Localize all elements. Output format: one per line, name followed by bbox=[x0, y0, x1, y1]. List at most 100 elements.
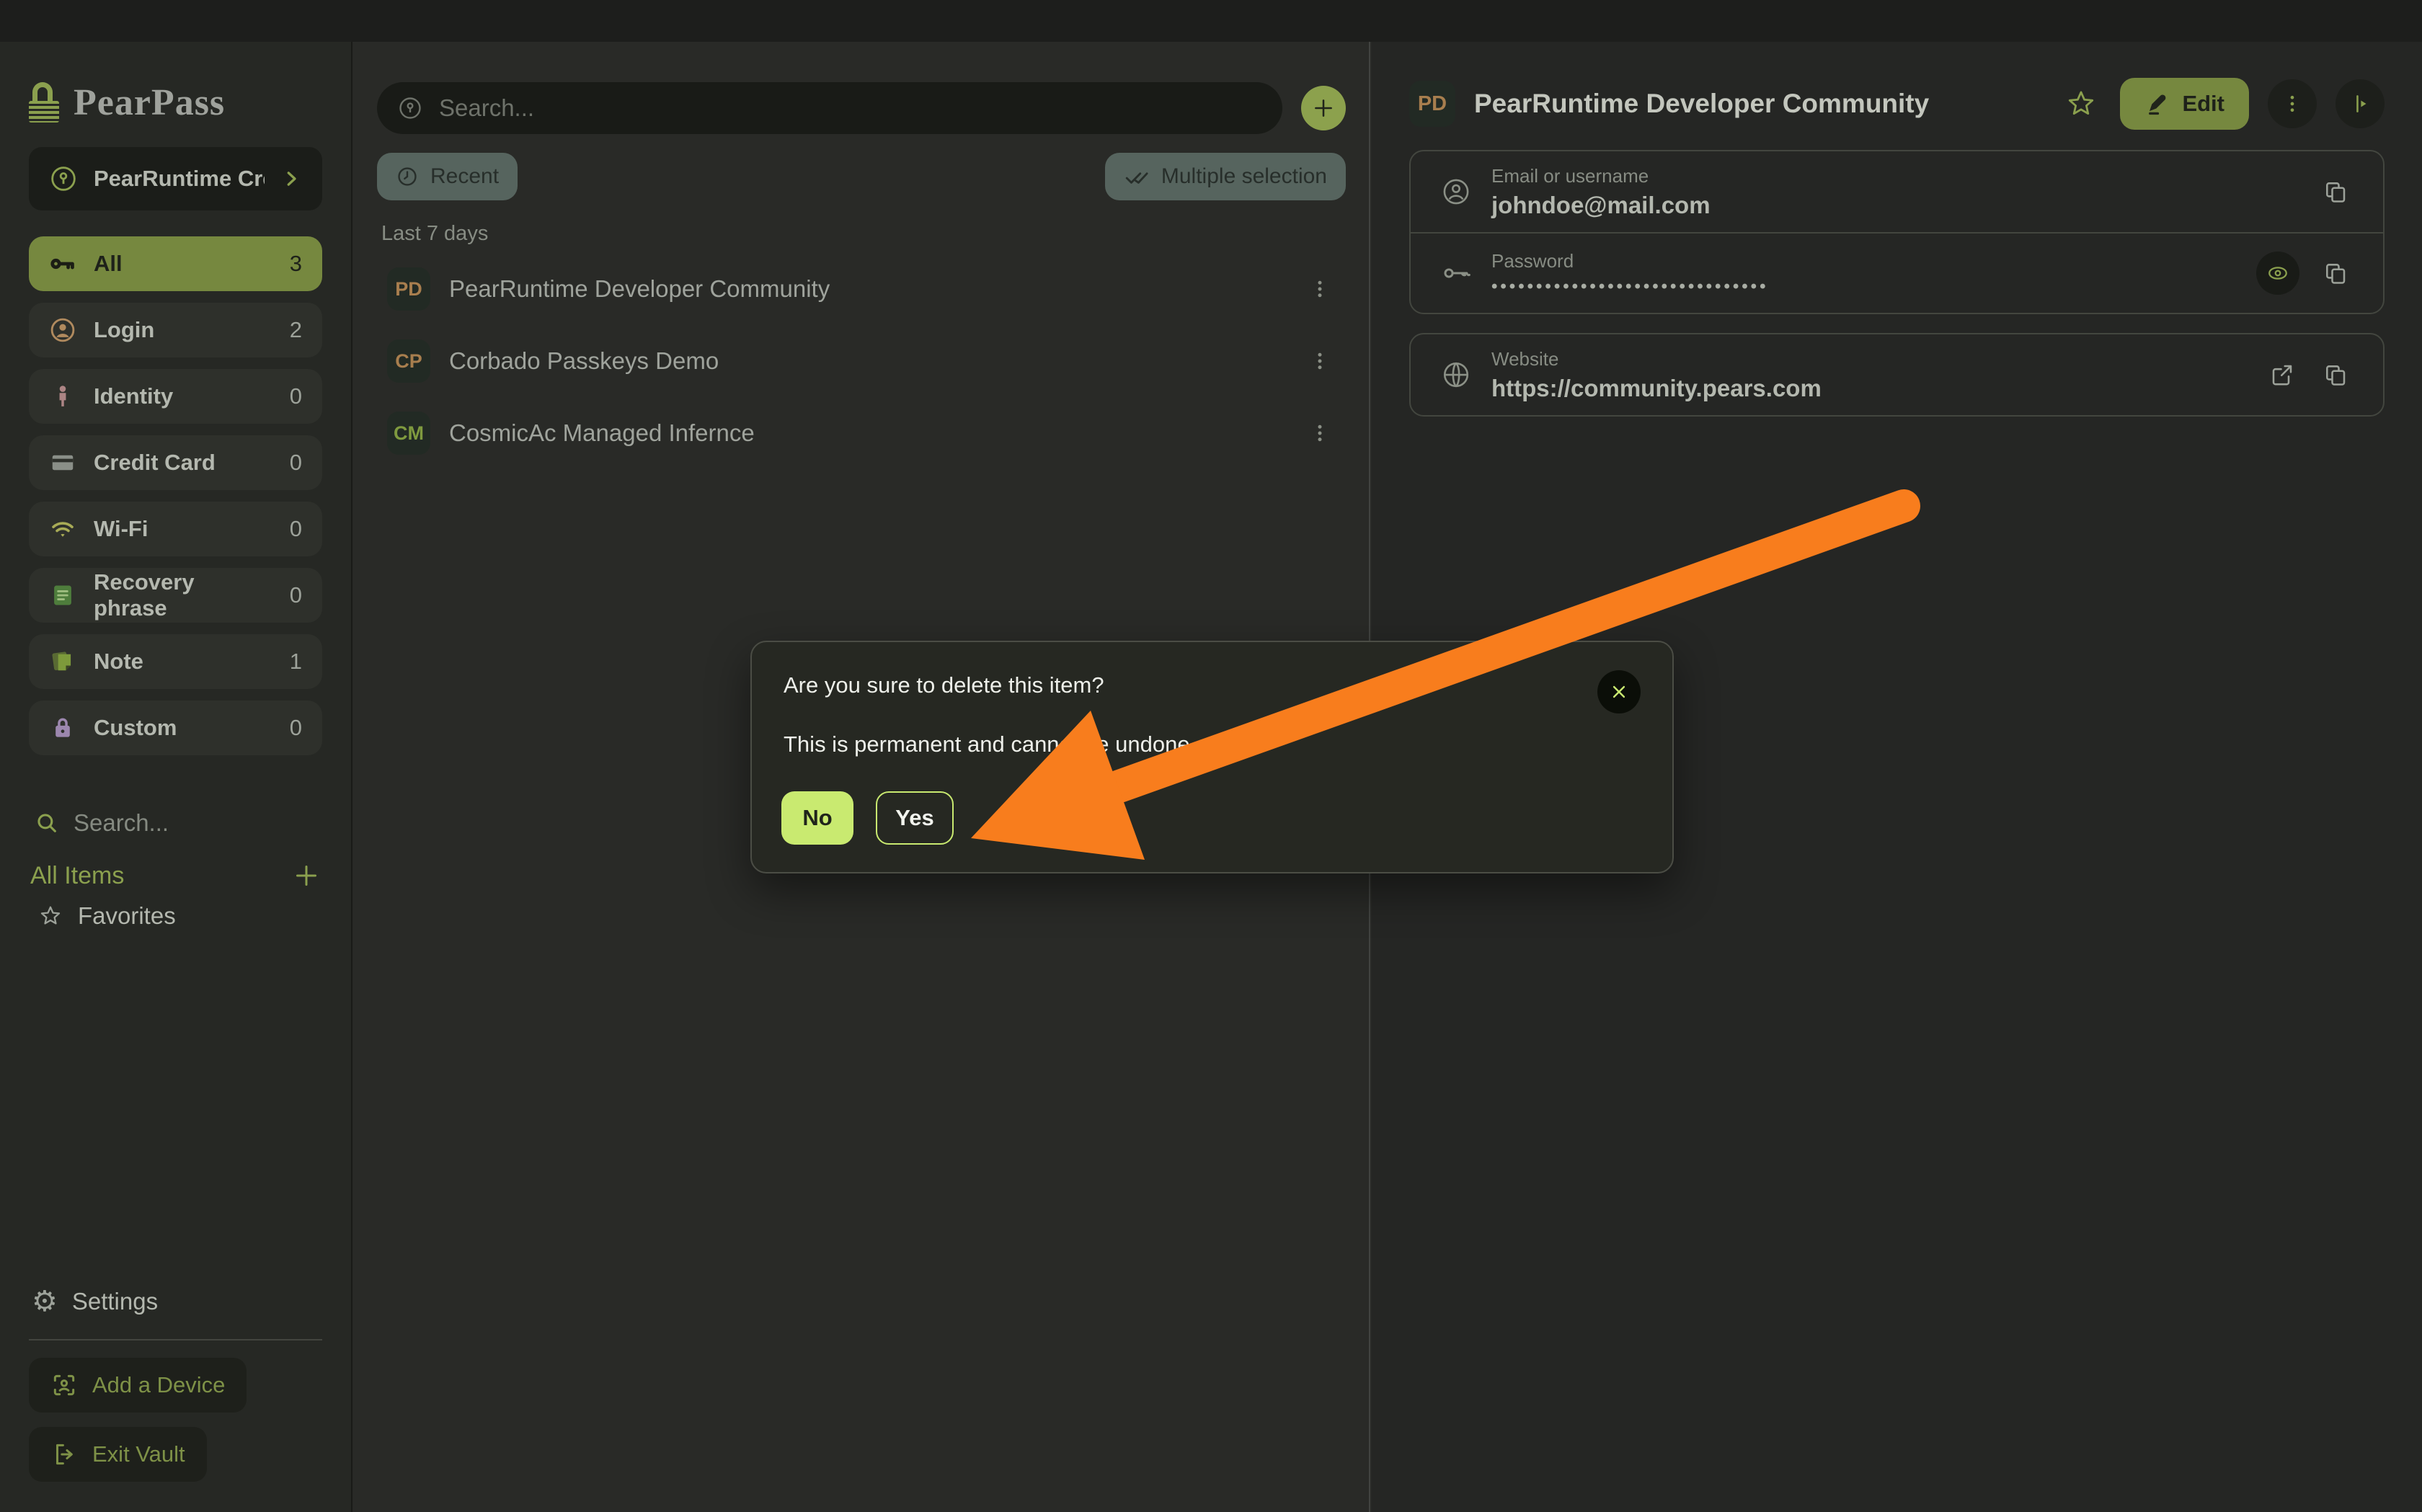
sidebar-item-label: Wi-Fi bbox=[94, 516, 272, 542]
exit-vault-button[interactable]: Exit Vault bbox=[29, 1427, 207, 1482]
collapse-panel-icon bbox=[2348, 92, 2372, 116]
multiple-selection-chip[interactable]: Multiple selection bbox=[1105, 153, 1346, 200]
sidebar-item-label: Recovery phrase bbox=[94, 569, 272, 621]
sidebar-item-count: 0 bbox=[290, 715, 302, 741]
list-search-input[interactable] bbox=[439, 94, 1262, 122]
user-circle-icon bbox=[1441, 177, 1471, 207]
sidebar-item-custom[interactable]: Custom 0 bbox=[29, 701, 322, 755]
add-entry-button[interactable] bbox=[1301, 86, 1346, 130]
sidebar-item-all[interactable]: All 3 bbox=[29, 236, 322, 291]
reveal-password-button[interactable] bbox=[2256, 252, 2299, 295]
sidebar-item-login[interactable]: Login 2 bbox=[29, 303, 322, 357]
sidebar-item-recovery-phrase[interactable]: Recovery phrase 0 bbox=[29, 568, 322, 623]
gear-icon: ⚙ bbox=[32, 1287, 58, 1316]
password-field-row: Password ••••••••••••••••••••••••••••••• bbox=[1411, 232, 2383, 313]
sidebar-item-wifi[interactable]: Wi-Fi 0 bbox=[29, 502, 322, 556]
email-value: johndoe@mail.com bbox=[1491, 192, 2298, 219]
globe-icon bbox=[1441, 360, 1471, 390]
more-options-button[interactable] bbox=[2268, 79, 2317, 128]
vault-name: PearRuntime Cre... bbox=[94, 166, 265, 192]
person-circle-icon bbox=[49, 316, 76, 344]
exit-vault-label: Exit Vault bbox=[92, 1441, 185, 1467]
search-icon bbox=[35, 811, 59, 835]
item-menu-kebab-icon[interactable] bbox=[1304, 267, 1336, 311]
settings-label: Settings bbox=[72, 1288, 158, 1315]
pearpass-window: PearPass PearRuntime Cre... bbox=[0, 0, 2422, 1512]
scan-person-icon bbox=[50, 1371, 78, 1399]
vault-keyhole-icon bbox=[49, 164, 78, 193]
edit-button[interactable]: Edit bbox=[2120, 78, 2249, 130]
dialog-close-button[interactable] bbox=[1597, 670, 1641, 713]
add-item-plus-icon[interactable] bbox=[292, 861, 321, 890]
item-avatar: PD bbox=[387, 267, 430, 311]
wifi-icon bbox=[49, 515, 76, 543]
sidebar-item-count: 0 bbox=[290, 582, 302, 608]
favorites-label: Favorites bbox=[78, 902, 176, 930]
item-title: CosmicAc Managed Infernce bbox=[449, 419, 1285, 447]
sidebar-item-note[interactable]: Note 1 bbox=[29, 634, 322, 689]
website-label: Website bbox=[1491, 348, 2245, 370]
copy-website-icon[interactable] bbox=[2318, 357, 2353, 392]
star-icon bbox=[39, 904, 62, 928]
recent-filter-chip[interactable]: Recent bbox=[377, 153, 518, 200]
item-menu-kebab-icon[interactable] bbox=[1304, 412, 1336, 455]
app-name: PearPass bbox=[74, 81, 225, 124]
dialog-question: Are you sure to delete this item? bbox=[784, 672, 1104, 698]
pencil-icon bbox=[2144, 92, 2169, 116]
email-label: Email or username bbox=[1491, 165, 2298, 187]
lock-logo-icon bbox=[29, 82, 59, 123]
copy-email-icon[interactable] bbox=[2318, 174, 2353, 209]
item-title: PearRuntime Developer Community bbox=[449, 275, 1285, 303]
password-label: Password bbox=[1491, 250, 2236, 272]
search-keyhole-icon bbox=[397, 95, 423, 121]
padlock-icon bbox=[49, 714, 76, 742]
yes-button[interactable]: Yes bbox=[876, 791, 954, 845]
list-item[interactable]: CP Corbado Passkeys Demo bbox=[377, 325, 1346, 397]
all-items-label[interactable]: All Items bbox=[30, 862, 292, 890]
copy-password-icon[interactable] bbox=[2318, 256, 2353, 290]
exit-icon bbox=[50, 1441, 78, 1468]
chevron-right-icon bbox=[280, 168, 302, 190]
sidebar-item-count: 0 bbox=[290, 516, 302, 542]
website-field-row: Website https://community.pears.com bbox=[1411, 334, 2383, 415]
all-items-row: All Items bbox=[29, 858, 322, 894]
item-avatar: CM bbox=[387, 412, 430, 455]
sidebar-item-identity[interactable]: Identity 0 bbox=[29, 369, 322, 424]
sidebar-item-count: 1 bbox=[290, 649, 302, 675]
email-field-row: Email or username johndoe@mail.com bbox=[1411, 151, 2383, 232]
sidebar-item-label: Identity bbox=[94, 383, 272, 409]
favorites-row[interactable]: Favorites bbox=[29, 898, 322, 934]
plus-icon bbox=[1311, 96, 1336, 120]
kebab-icon bbox=[2281, 92, 2303, 116]
add-device-label: Add a Device bbox=[92, 1372, 225, 1398]
sidebar-item-label: Login bbox=[94, 317, 272, 343]
detail-title: PearRuntime Developer Community bbox=[1474, 89, 2042, 119]
dialog-warning: This is permanent and cannot be undone bbox=[784, 731, 1190, 757]
key-icon bbox=[49, 250, 76, 277]
window-titlebar bbox=[0, 0, 2422, 42]
item-menu-kebab-icon[interactable] bbox=[1304, 339, 1336, 383]
app-logo: PearPass bbox=[29, 75, 322, 130]
list-search-bar[interactable] bbox=[377, 82, 1282, 134]
list-item[interactable]: PD PearRuntime Developer Community bbox=[377, 253, 1346, 325]
sidebar-search-input[interactable] bbox=[74, 809, 316, 837]
sidebar-search[interactable] bbox=[29, 806, 322, 840]
no-button[interactable]: No bbox=[781, 791, 853, 845]
recent-chip-label: Recent bbox=[430, 164, 499, 189]
add-device-button[interactable]: Add a Device bbox=[29, 1358, 247, 1413]
sidebar-divider bbox=[29, 1339, 322, 1340]
open-link-icon[interactable] bbox=[2265, 357, 2299, 392]
identity-person-icon bbox=[49, 383, 76, 410]
sidebar-item-credit-card[interactable]: Credit Card 0 bbox=[29, 435, 322, 490]
item-title: Corbado Passkeys Demo bbox=[449, 347, 1285, 375]
list-item[interactable]: CM CosmicAc Managed Infernce bbox=[377, 397, 1346, 469]
sidebar-item-label: Note bbox=[94, 649, 272, 675]
sidebar: PearPass PearRuntime Cre... bbox=[0, 42, 352, 1512]
double-check-icon bbox=[1124, 164, 1150, 190]
sidebar-item-count: 0 bbox=[290, 383, 302, 409]
settings-button[interactable]: ⚙ Settings bbox=[29, 1283, 322, 1320]
favorite-star-icon[interactable] bbox=[2061, 84, 2101, 124]
collapse-panel-button[interactable] bbox=[2336, 79, 2385, 128]
sidebar-item-count: 0 bbox=[290, 450, 302, 476]
vault-selector[interactable]: PearRuntime Cre... bbox=[29, 147, 322, 210]
